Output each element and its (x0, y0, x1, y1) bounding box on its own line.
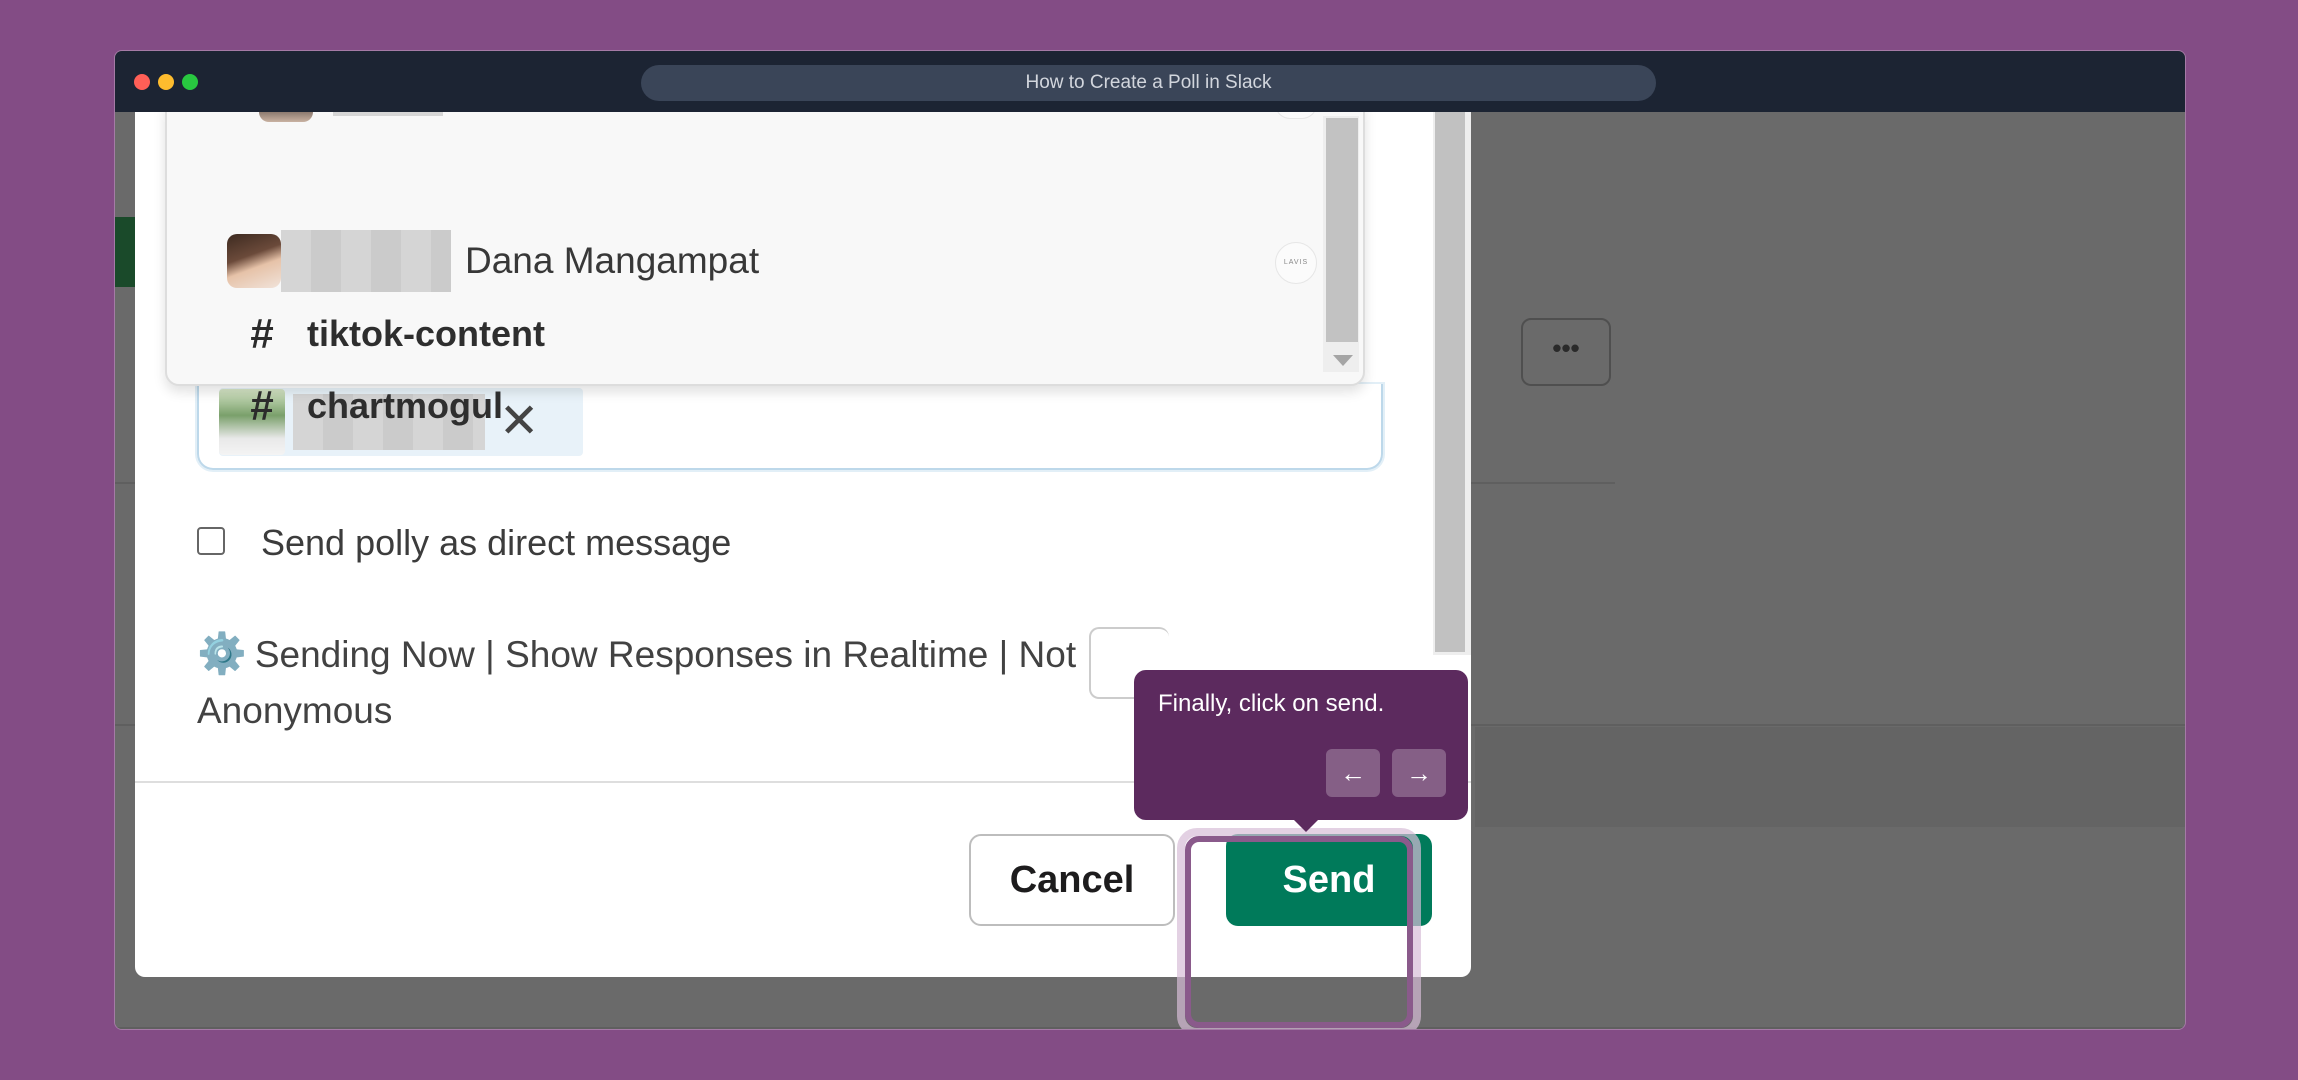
window-title: How to Create a Poll in Slack (641, 65, 1656, 101)
redacted-name (281, 230, 451, 292)
dropdown-scrollbar[interactable] (1323, 116, 1359, 372)
dropdown-option-channel[interactable]: # chartmogul (227, 376, 503, 436)
page-content: ••• ✕ Dana Mangampat LAVIS # tiktok-cont… (115, 112, 2185, 1029)
background-divider (115, 1027, 2185, 1029)
cancel-button[interactable]: Cancel (969, 834, 1175, 926)
dropdown-option-channel[interactable]: # tiktok-content (227, 304, 545, 364)
minimize-window-button[interactable] (158, 74, 174, 90)
hash-icon: # (250, 382, 274, 429)
option-label: chartmogul (307, 385, 504, 426)
background-panel (1475, 727, 2185, 827)
title-bar: How to Create a Poll in Slack (115, 51, 2185, 112)
dm-checkbox[interactable] (197, 527, 225, 555)
poll-settings-summary: ⚙️ Sending Now | Show Responses in Realti… (197, 626, 1077, 739)
avatar (227, 234, 281, 288)
settings-text: Sending Now | Show Responses in Realtime… (197, 634, 1077, 731)
redacted-name (333, 112, 443, 116)
dm-checkbox-label[interactable]: Send polly as direct message (261, 522, 731, 564)
dropdown-option-person[interactable]: Dana Mangampat (227, 230, 760, 292)
browser-window: How to Create a Poll in Slack ••• ✕ Dana… (114, 50, 2186, 1030)
next-step-button[interactable]: → (1392, 749, 1446, 797)
recipient-dropdown: Dana Mangampat LAVIS # tiktok-content # … (165, 112, 1365, 429)
badge-icon (1275, 112, 1317, 119)
dropdown-scrollbar-thumb[interactable] (1326, 118, 1358, 342)
close-window-button[interactable] (134, 74, 150, 90)
maximize-window-button[interactable] (182, 74, 198, 90)
previous-step-button[interactable]: ← (1326, 749, 1380, 797)
send-highlight (1185, 836, 1413, 1028)
option-label: tiktok-content (307, 313, 545, 354)
background-banner (115, 217, 135, 287)
avatar (259, 112, 313, 122)
remove-recipient-icon[interactable]: ✕ (499, 398, 539, 446)
modal-scrollbar[interactable] (1433, 112, 1471, 655)
scroll-down-arrow-icon[interactable] (1333, 355, 1353, 366)
workspace-badge-icon: LAVIS (1275, 242, 1317, 284)
guide-tooltip: Finally, click on send. ← → (1134, 670, 1468, 832)
modal-scrollbar-thumb[interactable] (1435, 112, 1465, 652)
gear-icon: ⚙️ (197, 632, 247, 676)
hash-icon: # (250, 310, 274, 357)
more-options-button[interactable]: ••• (1521, 318, 1611, 386)
tooltip-caret (1294, 820, 1318, 832)
option-label: Dana Mangampat (465, 240, 760, 281)
tooltip-text: Finally, click on send. (1158, 690, 1385, 717)
